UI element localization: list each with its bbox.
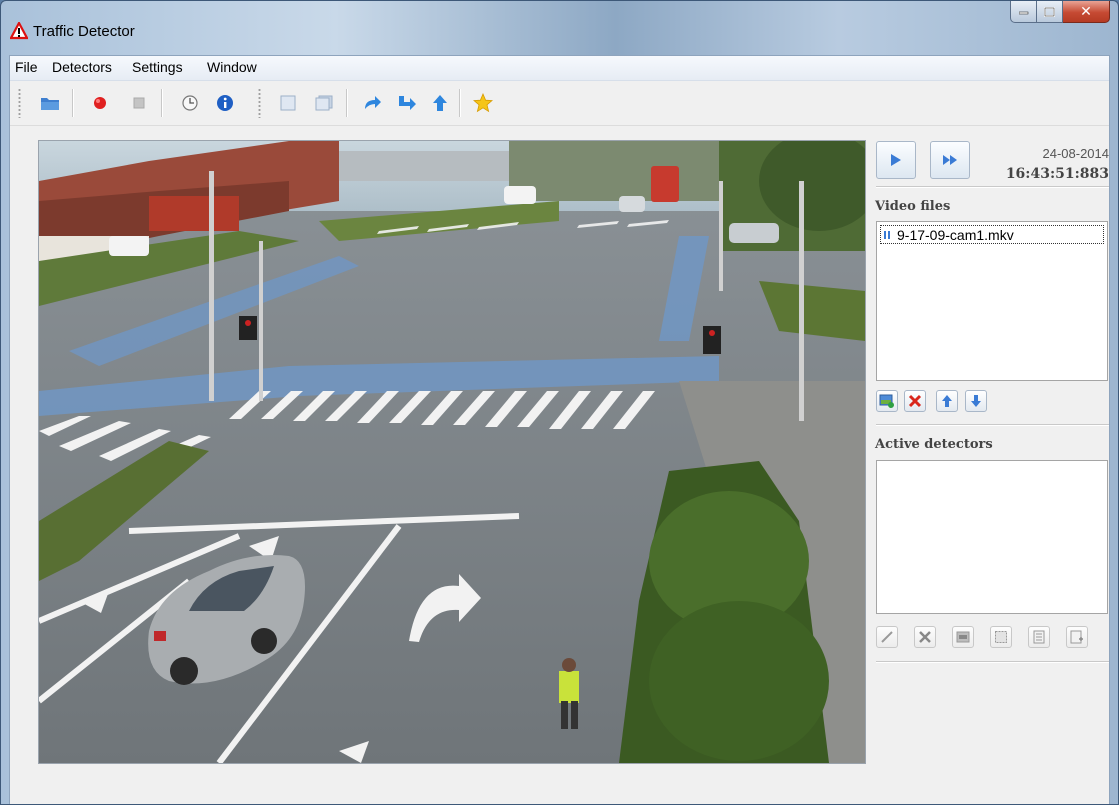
toolbar-grip[interactable] [18, 88, 21, 118]
minimize-icon [1018, 11, 1028, 14]
active-detectors-title: Active detectors [875, 437, 993, 452]
minimize-button[interactable] [1010, 1, 1037, 23]
detector-select-button[interactable] [990, 626, 1012, 648]
forward-button[interactable] [395, 91, 419, 115]
fast-forward-icon [943, 155, 957, 165]
play-button[interactable] [876, 141, 916, 179]
divider [876, 661, 1109, 662]
clock-icon [182, 95, 198, 111]
delete-x-icon [908, 394, 922, 408]
arrow-down-icon [971, 395, 981, 407]
menu-settings[interactable]: Settings [132, 59, 183, 75]
toolbar-separator [346, 89, 347, 117]
up-button[interactable] [428, 91, 452, 115]
status-bar [10, 780, 1109, 804]
stop-icon [133, 97, 145, 109]
arrow-up-icon [942, 395, 952, 407]
layers-icon [315, 95, 333, 111]
edit-detector-button[interactable] [876, 626, 898, 648]
menu-bar: File Detectors Settings Window [10, 56, 1109, 81]
document-add-icon [1070, 630, 1083, 644]
list-item[interactable]: 9-17-09-cam1.mkv [880, 225, 1104, 244]
camera-image [39, 141, 865, 763]
open-button[interactable] [38, 91, 62, 115]
time-button[interactable] [178, 91, 202, 115]
add-video-button[interactable] [876, 390, 898, 412]
toolbar-separator [72, 89, 73, 117]
forward-arrow-icon [399, 96, 416, 110]
maximize-button[interactable] [1037, 1, 1063, 23]
control-panel: 24-08-2014 16:43:51:883 Video files 9-17… [872, 134, 1109, 764]
window-title: Traffic Detector [33, 23, 135, 40]
delete-x-icon [919, 631, 931, 643]
favorite-button[interactable] [471, 91, 495, 115]
frame-icon [280, 95, 296, 111]
star-icon [473, 93, 493, 113]
move-up-button[interactable] [936, 390, 958, 412]
active-detectors-list[interactable] [876, 460, 1108, 614]
move-down-button[interactable] [965, 390, 987, 412]
info-icon [217, 95, 233, 111]
pencil-icon [881, 631, 893, 643]
video-files-list[interactable]: 9-17-09-cam1.mkv [876, 221, 1108, 381]
menu-window[interactable]: Window [207, 59, 257, 75]
file-name: 9-17-09-cam1.mkv [897, 226, 1014, 243]
fast-forward-button[interactable] [930, 141, 970, 179]
client-area: File Detectors Settings Window 24-08-201… [9, 55, 1110, 804]
title-bar[interactable]: Traffic Detector ✕ [1, 1, 1118, 55]
close-icon: ✕ [1080, 3, 1092, 20]
warning-triangle-icon [10, 22, 28, 40]
video-files-title: Video files [875, 199, 951, 214]
playback-time: 16:43:51:883 [1005, 166, 1109, 182]
delete-detector-button[interactable] [914, 626, 936, 648]
app-window: Traffic Detector ✕ File Detectors Settin… [0, 0, 1119, 805]
close-button[interactable]: ✕ [1063, 1, 1110, 23]
play-icon [891, 154, 901, 166]
info-button[interactable] [213, 91, 237, 115]
up-arrow-icon [433, 95, 447, 111]
stop-button[interactable] [127, 91, 151, 115]
record-button[interactable] [88, 91, 112, 115]
open-folder-icon [41, 98, 59, 110]
maximize-icon [1044, 6, 1055, 17]
layers-button[interactable] [312, 91, 336, 115]
toolbar [10, 81, 1109, 126]
detector-image-button[interactable] [952, 626, 974, 648]
toolbar-separator [161, 89, 162, 117]
toolbar-separator [459, 89, 460, 117]
frame-button[interactable] [276, 91, 300, 115]
redo-icon [365, 96, 381, 109]
video-frame[interactable] [38, 140, 866, 764]
record-icon [94, 97, 106, 109]
remove-video-button[interactable] [904, 390, 926, 412]
add-image-icon [879, 394, 894, 408]
toolbar-grip[interactable] [258, 88, 261, 118]
redo-button[interactable] [360, 91, 384, 115]
detector-properties-button[interactable] [1028, 626, 1050, 648]
selection-icon [995, 631, 1007, 643]
image-icon [956, 631, 970, 643]
playback-date: 24-08-2014 [1042, 146, 1110, 161]
video-file-icon [884, 230, 890, 239]
detector-add-button[interactable] [1066, 626, 1088, 648]
document-icon [1033, 630, 1045, 644]
menu-detectors[interactable]: Detectors [52, 59, 112, 75]
divider [876, 186, 1109, 187]
divider [876, 424, 1109, 425]
menu-file[interactable]: File [15, 59, 38, 75]
